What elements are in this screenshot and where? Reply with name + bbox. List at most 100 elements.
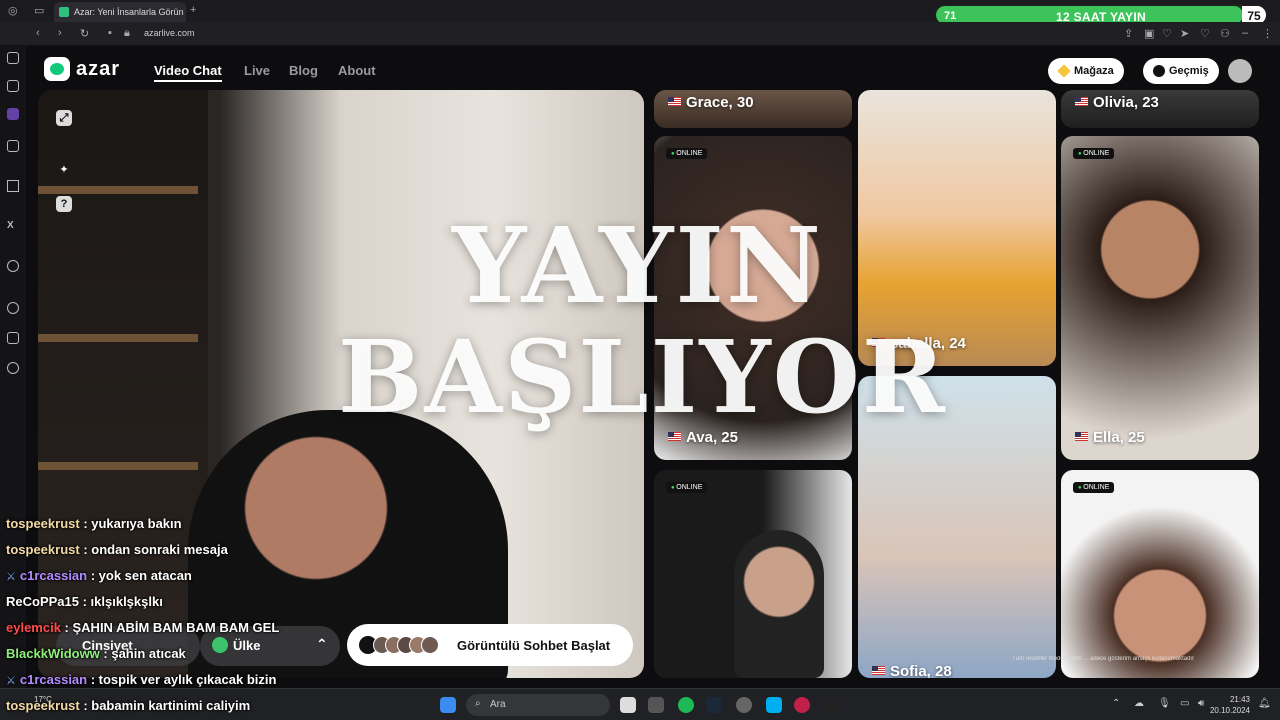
profile-card-grace[interactable]: Grace, 30 (654, 90, 852, 128)
gem-icon (1057, 64, 1071, 78)
country-label: Ülke (233, 638, 261, 653)
chat-username: tospeekrust (6, 698, 80, 713)
disclaimer-text: Tüm resimler modellerden ... adece göste… (1012, 656, 1195, 662)
chat-username: BlackkWidoww (6, 646, 100, 661)
male-figure (734, 530, 824, 678)
online-badge: ONLINE (666, 482, 708, 493)
azar-logo-icon[interactable] (44, 57, 70, 81)
help-icon[interactable]: ? (56, 196, 72, 212)
forward-icon[interactable]: › (58, 27, 62, 39)
settings-icon[interactable] (7, 362, 19, 374)
shelf-background (38, 90, 208, 678)
file-explorer-icon[interactable] (620, 697, 636, 713)
card-name: Grace, 30 (668, 94, 754, 111)
app-icon[interactable] (648, 697, 664, 713)
fullscreen-icon[interactable]: ⤢ (56, 110, 72, 126)
heart-outline-icon[interactable]: ♡ (1200, 27, 1210, 40)
nav-live[interactable]: Live (244, 63, 270, 78)
back-icon[interactable]: ‹ (36, 27, 40, 39)
volume-icon[interactable]: 🔊︎ (1198, 698, 1204, 709)
windows-start-icon[interactable] (440, 697, 456, 713)
chevron-up-icon: ⌃ (316, 636, 328, 652)
camera-icon[interactable]: ▪ (108, 27, 112, 39)
card-name-text: Sofia, 28 (890, 663, 952, 678)
nav-blog[interactable]: Blog (289, 63, 318, 78)
shelf-plank (38, 462, 198, 470)
box-icon[interactable] (7, 332, 19, 344)
steam-icon[interactable] (706, 697, 722, 713)
player-icon[interactable] (7, 260, 19, 272)
profile-card-female[interactable]: ONLINE (1061, 470, 1259, 678)
nav-video-chat[interactable]: Video Chat (154, 63, 222, 82)
chat-message: ⚔︎ c1rcassian : tospik ver aylık çıkacak … (6, 672, 276, 687)
x-icon[interactable]: X (7, 220, 19, 232)
new-tab-icon[interactable]: + (190, 4, 196, 16)
flag-icon (1075, 97, 1088, 106)
skype-icon[interactable] (766, 697, 782, 713)
profile-card-male[interactable]: ONLINE (654, 470, 852, 678)
effects-icon[interactable]: ✦ (56, 162, 72, 178)
spotify-icon[interactable] (678, 697, 694, 713)
speed-dial-icon[interactable] (7, 52, 19, 64)
chat-message: eylemcik : ŞAHIN ABİM BAM BAM BAM GEL (6, 620, 279, 635)
bag-icon[interactable] (7, 80, 19, 92)
chat-text: : ıklşıklşkşlkı (78, 594, 163, 609)
card-name: Olivia, 23 (1075, 94, 1159, 111)
site-logo-text[interactable]: azar (76, 58, 120, 81)
taskbar-search-input[interactable]: ⌕ Ara (466, 694, 610, 716)
history-label: Geçmiş (1169, 65, 1209, 77)
instagram-icon[interactable] (7, 140, 19, 152)
chat-text: : ŞAHIN ABİM BAM BAM BAM GEL (60, 620, 280, 635)
more-icon[interactable]: ⋮ (1262, 27, 1273, 40)
chat-text: : yukarıya bakın (79, 516, 182, 531)
twitch-icon[interactable] (7, 108, 19, 120)
clock-icon (1153, 65, 1165, 77)
user-avatar[interactable] (1228, 59, 1252, 83)
cloud-icon[interactable]: ☁︎ (1134, 698, 1144, 709)
browser-menu-icon[interactable]: ◎ (8, 4, 18, 17)
card-name-text: Olivia, 23 (1093, 94, 1159, 111)
profile-card-olivia[interactable]: Olivia, 23 (1061, 90, 1259, 128)
chat-username: c1rcassian (19, 672, 88, 687)
workspaces-icon[interactable]: ▭ (34, 4, 44, 17)
epic-games-icon[interactable] (824, 697, 840, 713)
reload-icon[interactable]: ↻ (80, 27, 89, 40)
chat-message: ⚔︎ c1rcassian : yok sen atacan (6, 568, 192, 583)
heart-icon[interactable]: ♡ (1162, 27, 1172, 40)
screenshot-icon[interactable]: ▣ (1144, 27, 1154, 40)
search-placeholder: Ara (490, 699, 506, 710)
profile-icon[interactable]: ⚇ (1220, 27, 1230, 40)
history-icon[interactable] (7, 302, 19, 314)
sword-badge-icon: ⚔︎ (6, 675, 16, 687)
online-badge: ONLINE (1073, 482, 1115, 493)
chrome-icon[interactable] (736, 697, 752, 713)
avatar-stack-icon (421, 636, 439, 654)
mic-icon[interactable]: 🎙︎ (1158, 698, 1171, 709)
url-input[interactable]: azarlive.com (144, 28, 195, 38)
sword-badge-icon: ⚔︎ (6, 571, 16, 583)
share-icon[interactable]: ⇪ (1124, 27, 1133, 40)
network-icon[interactable]: ▭ (1180, 698, 1189, 709)
chat-text: : ondan sonraki mesaja (79, 542, 228, 557)
shop-button[interactable]: Mağaza (1048, 58, 1124, 84)
start-video-chat-button[interactable]: Görüntülü Sohbet Başlat (347, 624, 633, 666)
globe-icon (212, 637, 228, 653)
chat-username: tospeekrust (6, 516, 80, 531)
chat-text: : babamin kartinimi caliyim (79, 698, 251, 713)
tray-chevron-icon[interactable]: ⌃ (1112, 698, 1120, 709)
azar-favicon-icon (59, 7, 69, 17)
history-button[interactable]: Geçmiş (1143, 58, 1219, 84)
overlay-title-line2: BAŞLIYOR (338, 318, 948, 436)
arrow-icon[interactable] (7, 180, 19, 192)
card-name: Sofia, 28 (872, 663, 952, 678)
nav-about[interactable]: About (338, 63, 376, 78)
taskbar-clock[interactable]: 21:43 20.10.2024 (1210, 694, 1250, 716)
chat-username: c1rcassian (19, 568, 88, 583)
opera-icon[interactable] (794, 697, 810, 713)
browser-tab-azar[interactable]: Azar: Yeni İnsanlarla Görün (54, 2, 186, 22)
send-icon[interactable]: ➤ (1180, 27, 1189, 40)
profile-card-ella[interactable]: ONLINE Ella, 25 (1061, 136, 1259, 460)
notification-icon[interactable]: 🔔︎ (1258, 698, 1271, 709)
minimize-icon[interactable]: – (1242, 27, 1248, 39)
clock-time: 21:43 (1229, 695, 1250, 704)
